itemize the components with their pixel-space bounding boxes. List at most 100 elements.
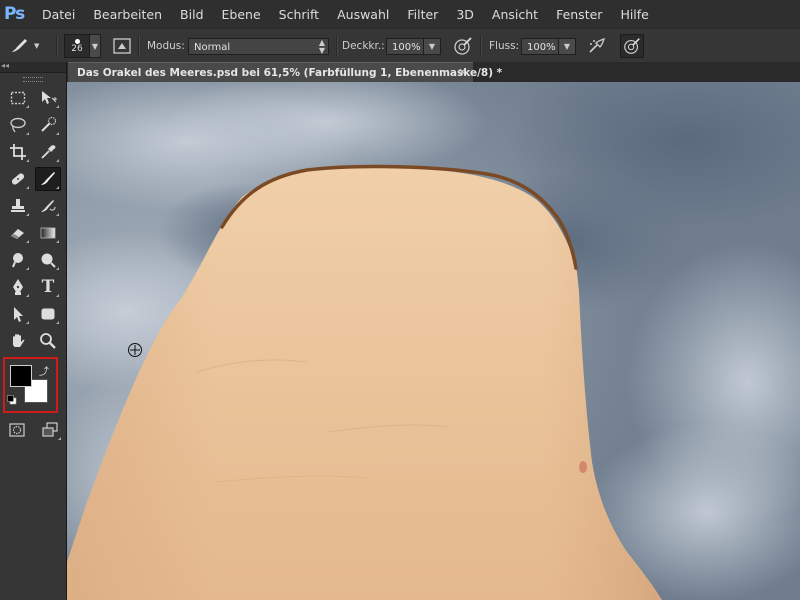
menu-ebene[interactable]: Ebene [222, 7, 261, 22]
quick-selection-tool[interactable] [35, 113, 61, 137]
blur-tool[interactable] [5, 248, 31, 272]
zoom-tool[interactable] [35, 329, 61, 353]
marquee-icon [10, 91, 26, 104]
menu-schrift[interactable]: Schrift [279, 7, 319, 22]
quick-mask-icon [8, 423, 25, 437]
pen-icon [13, 278, 23, 295]
menu-filter[interactable]: Filter [407, 7, 438, 22]
eraser-tool[interactable] [5, 221, 31, 245]
document-canvas[interactable] [67, 82, 800, 600]
flow-control[interactable]: 100% ▼ [521, 29, 576, 63]
type-tool[interactable]: T [35, 275, 61, 299]
brush-panel-icon [112, 37, 132, 55]
shape-tool[interactable] [35, 302, 61, 326]
clone-stamp-icon [11, 198, 25, 212]
screen-mode-icon [41, 422, 58, 437]
menu-fenster[interactable]: Fenster [556, 7, 602, 22]
brush-panel-toggle[interactable] [112, 29, 132, 63]
color-swatches-highlight: ⤴ [3, 357, 58, 413]
options-bar: ▼ 26 ▼ Modus: Normal ▲▼ Deckkr.: 100% ▼ [0, 28, 800, 64]
eyedropper-tool[interactable] [35, 140, 61, 164]
document-tab[interactable]: Das Orakel des Meeres.psd bei 61,5% (Far… [68, 62, 502, 82]
hand-icon [13, 333, 25, 347]
crop-tool[interactable] [5, 140, 31, 164]
flow-label: Fluss: [489, 40, 520, 52]
opacity-label: Deckkr.: [342, 40, 385, 52]
history-brush-icon [41, 199, 56, 212]
flow-input[interactable]: 100% [521, 37, 559, 55]
opacity-input[interactable]: 100% [386, 37, 424, 55]
hand-tool[interactable] [5, 329, 31, 353]
menu-auswahl[interactable]: Auswahl [337, 7, 389, 22]
type-icon: T [41, 276, 55, 297]
crop-icon [10, 143, 26, 160]
opacity-dropdown-icon[interactable]: ▼ [424, 37, 441, 55]
path-selection-icon [14, 306, 23, 322]
airbrush-icon [586, 35, 608, 57]
toolbox-panel: ◂◂ T ⤴ [0, 61, 67, 600]
path-selection-tool[interactable] [5, 302, 31, 326]
pressure-opacity-toggle[interactable] [452, 29, 474, 63]
tool-preset-picker[interactable]: ▼ [8, 29, 39, 63]
clone-stamp-tool[interactable] [5, 194, 31, 218]
flow-dropdown-icon[interactable]: ▼ [559, 37, 576, 55]
lasso-icon [10, 117, 26, 132]
mode-value: Normal [194, 41, 231, 53]
menu-hilfe[interactable]: Hilfe [620, 7, 648, 22]
marquee-tool[interactable] [5, 86, 31, 110]
opacity-control[interactable]: 100% ▼ [386, 29, 441, 63]
menu-datei[interactable]: Datei [42, 7, 75, 22]
foreground-color-swatch[interactable] [10, 365, 32, 387]
menu-ansicht[interactable]: Ansicht [492, 7, 538, 22]
move-icon [42, 90, 57, 104]
canvas-image[interactable] [67, 82, 800, 600]
default-colors-icon[interactable] [7, 395, 17, 405]
mode-spinner-icon: ▲ ▼ [318, 37, 325, 55]
brush-tip-icon [74, 38, 80, 44]
menu-bearbeiten[interactable]: Bearbeiten [93, 7, 162, 22]
brush-picker[interactable]: 26 ▼ [64, 29, 101, 63]
brush-size-preview: 26 [64, 34, 90, 58]
gradient-tool[interactable] [35, 221, 61, 245]
mode-select-field[interactable]: Normal ▲ ▼ [188, 37, 329, 55]
toolbox-header[interactable]: ◂◂ [0, 61, 66, 73]
eraser-icon [11, 228, 24, 239]
close-icon[interactable]: × [458, 65, 467, 78]
document-tab-title: Das Orakel des Meeres.psd bei 61,5% (Far… [77, 66, 503, 79]
photoshop-logo: Ps [4, 4, 25, 24]
menu-bar: Ps Datei Bearbeiten Bild Ebene Schrift A… [0, 0, 800, 28]
pen-tool[interactable] [5, 275, 31, 299]
pressure-opacity-icon [452, 35, 474, 57]
menu-bild[interactable]: Bild [180, 7, 203, 22]
toolbox-grip[interactable] [23, 77, 43, 82]
brush-tool[interactable] [35, 166, 61, 191]
eyedropper-icon [41, 144, 56, 159]
quick-mask-button[interactable] [4, 418, 30, 442]
menu-3d[interactable]: 3D [456, 7, 474, 22]
healing-brush-icon [11, 172, 25, 185]
collapse-arrows-icon[interactable]: ◂◂ [1, 61, 9, 71]
brush-size-value: 26 [71, 43, 83, 54]
dodge-tool[interactable] [35, 248, 61, 272]
mode-select[interactable]: Normal ▲ ▼ [188, 29, 329, 63]
document-tab-bar: Das Orakel des Meeres.psd bei 61,5% (Far… [67, 62, 800, 82]
dodge-icon [41, 253, 56, 268]
move-tool[interactable] [35, 86, 61, 110]
pressure-size-icon [620, 34, 644, 58]
brush-tool-preset-icon [8, 36, 32, 56]
zoom-icon [40, 332, 56, 349]
brush-picker-arrow-icon[interactable]: ▼ [90, 34, 101, 58]
lasso-tool[interactable] [5, 113, 31, 137]
pressure-size-toggle[interactable] [620, 29, 644, 63]
quick-selection-icon [41, 116, 57, 132]
history-brush-tool[interactable] [35, 194, 61, 218]
blur-icon [12, 252, 23, 267]
mode-label: Modus: [147, 40, 185, 52]
swap-colors-icon[interactable]: ⤴ [39, 363, 49, 378]
screen-mode-button[interactable] [37, 418, 63, 442]
healing-brush-tool[interactable] [5, 167, 31, 191]
brush-icon [41, 171, 55, 185]
preset-dropdown-arrow-icon: ▼ [34, 42, 40, 50]
airbrush-toggle[interactable] [586, 29, 608, 63]
brush-cursor-icon [128, 343, 142, 357]
